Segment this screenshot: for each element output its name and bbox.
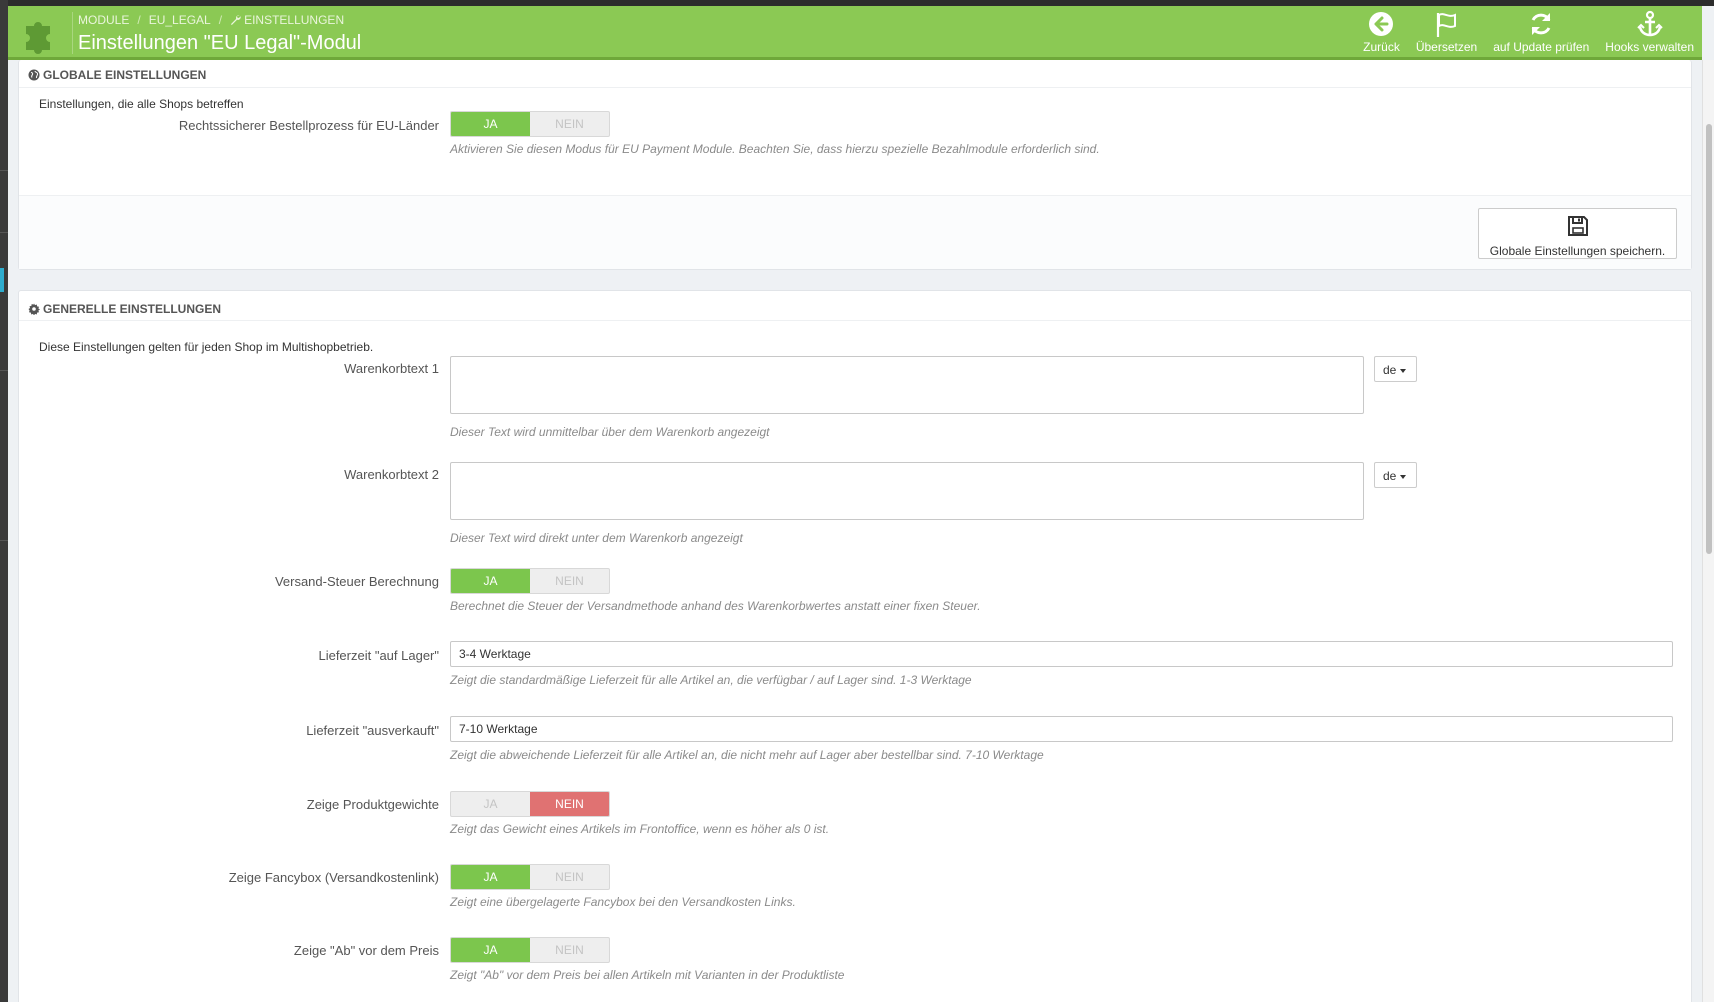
- delivery-sold-out-help: Zeigt die abweichende Lieferzeit für all…: [450, 748, 1044, 762]
- gear-icon: [28, 303, 40, 315]
- page-title: Einstellungen "EU Legal"-Modul: [78, 32, 362, 54]
- caret-down-icon: [1400, 474, 1407, 479]
- breadcrumb-settings: EINSTELLUNGEN: [244, 13, 345, 27]
- general-settings-panel: GENERELLE EINSTELLUNGEN Diese Einstellun…: [18, 290, 1692, 1002]
- cart-text-2-input[interactable]: [450, 462, 1364, 520]
- eu-checkout-switch[interactable]: JA NEIN: [450, 111, 610, 137]
- globe-icon: [28, 69, 40, 81]
- manage-hooks-button[interactable]: Hooks verwalten: [1597, 10, 1702, 58]
- show-from-label: Zeige "Ab" vor dem Preis: [293, 943, 439, 958]
- delivery-in-stock-input[interactable]: 3-4 Werktage: [450, 641, 1673, 667]
- cart-text-1-label: Warenkorbtext 1: [344, 361, 439, 376]
- delivery-sold-out-input[interactable]: 7-10 Werktage: [450, 716, 1673, 742]
- show-from-yes[interactable]: JA: [451, 938, 530, 962]
- cart-text-1-help: Dieser Text wird unmittelbar über dem Wa…: [450, 425, 770, 439]
- admin-sidebar-edge: [0, 0, 8, 1002]
- show-fancybox-label: Zeige Fancybox (Versandkostenlink): [228, 870, 439, 885]
- cart-text-2-language-value: de: [1383, 469, 1397, 483]
- global-settings-panel: GLOBALE EINSTELLUNGEN Einstellungen, die…: [18, 60, 1692, 270]
- eu-checkout-help: Aktivieren Sie diesen Modus für EU Payme…: [450, 142, 1100, 156]
- floppy-disk-icon: [1567, 216, 1588, 236]
- page-header: MODULE / EU_LEGAL / EINSTELLUNGEN Einstellun…: [8, 6, 1702, 60]
- general-settings-heading: GENERELLE EINSTELLUNGEN: [19, 291, 1691, 321]
- cart-text-2-language-select[interactable]: de: [1374, 462, 1417, 488]
- page-scrollbar[interactable]: [1702, 60, 1714, 1002]
- show-fancybox-help: Zeigt eine übergelagerte Fancybox bei de…: [450, 895, 796, 909]
- show-fancybox-yes[interactable]: JA: [451, 865, 530, 889]
- show-weight-label: Zeige Produktgewichte: [306, 797, 439, 812]
- sidebar-divider: [0, 170, 8, 171]
- back-label: Zurück: [1363, 40, 1400, 54]
- flag-icon: [1436, 13, 1456, 37]
- caret-down-icon: [1400, 368, 1407, 373]
- global-settings-heading: GLOBALE EINSTELLUNGEN: [19, 60, 1691, 88]
- manage-hooks-label: Hooks verwalten: [1605, 40, 1694, 54]
- cart-text-1-input[interactable]: [450, 356, 1364, 414]
- show-weight-yes[interactable]: JA: [451, 792, 530, 816]
- scrollbar-thumb[interactable]: [1706, 124, 1712, 554]
- shipping-tax-label: Versand-Steuer Berechnung: [274, 574, 439, 589]
- shipping-tax-yes[interactable]: JA: [451, 569, 530, 593]
- sidebar-divider: [0, 370, 8, 371]
- general-intro-text: Diese Einstellungen gelten für jeden Sho…: [39, 340, 374, 354]
- arrow-left-circle-icon: [1369, 12, 1394, 36]
- wrench-icon: [230, 15, 241, 25]
- breadcrumb-module[interactable]: MODULE: [78, 13, 129, 27]
- general-settings-heading-text: GENERELLE EINSTELLUNGEN: [43, 302, 222, 316]
- check-update-label: auf Update prüfen: [1493, 40, 1590, 54]
- shipping-tax-help: Berechnet die Steuer der Versandmethode …: [450, 599, 981, 613]
- show-weight-switch[interactable]: JA NEIN: [450, 791, 610, 817]
- eu-checkout-no[interactable]: NEIN: [530, 112, 609, 136]
- eu-checkout-label: Rechtssicherer Bestellprozess für EU-Län…: [178, 118, 439, 133]
- header-toolbar: Zurück Übersetzen auf Update prüfen Hook…: [1355, 10, 1702, 58]
- refresh-icon: [1531, 13, 1551, 35]
- back-button[interactable]: Zurück: [1355, 10, 1408, 58]
- header-divider: [72, 12, 73, 54]
- sidebar-divider: [0, 540, 8, 541]
- global-settings-footer: Globale Einstellungen speichern.: [19, 195, 1691, 269]
- sidebar-active-marker: [0, 268, 4, 292]
- sidebar-divider: [0, 232, 8, 233]
- show-fancybox-switch[interactable]: JA NEIN: [450, 864, 610, 890]
- global-settings-heading-text: GLOBALE EINSTELLUNGEN: [43, 68, 207, 82]
- show-from-help: Zeigt "Ab" vor dem Preis bei allen Artik…: [450, 968, 845, 982]
- show-fancybox-no[interactable]: NEIN: [530, 865, 609, 889]
- translate-label: Übersetzen: [1415, 40, 1478, 54]
- delivery-in-stock-label: Lieferzeit "auf Lager": [318, 648, 439, 663]
- cart-text-2-label: Warenkorbtext 2: [344, 467, 439, 482]
- breadcrumb-eu-legal[interactable]: EU_LEGAL: [149, 13, 211, 27]
- show-from-no[interactable]: NEIN: [530, 938, 609, 962]
- save-global-settings-button[interactable]: Globale Einstellungen speichern.: [1478, 208, 1677, 259]
- cart-text-1-language-value: de: [1383, 363, 1397, 377]
- puzzle-icon: [26, 22, 50, 54]
- breadcrumb: MODULE / EU_LEGAL / EINSTELLUNGEN: [78, 13, 345, 27]
- global-intro-text: Einstellungen, die alle Shops betreffen: [39, 97, 244, 111]
- show-from-switch[interactable]: JA NEIN: [450, 937, 610, 963]
- check-update-button[interactable]: auf Update prüfen: [1485, 10, 1597, 58]
- translate-button[interactable]: Übersetzen: [1408, 10, 1485, 58]
- cart-text-2-help: Dieser Text wird direkt unter dem Warenk…: [450, 531, 743, 545]
- shipping-tax-switch[interactable]: JA NEIN: [450, 568, 610, 594]
- shipping-tax-no[interactable]: NEIN: [530, 569, 609, 593]
- delivery-sold-out-label: Lieferzeit "ausverkauft": [306, 723, 439, 738]
- save-global-settings-label: Globale Einstellungen speichern.: [1489, 244, 1666, 258]
- show-weight-no[interactable]: NEIN: [530, 792, 609, 816]
- eu-checkout-yes[interactable]: JA: [451, 112, 530, 136]
- anchor-icon: [1636, 10, 1663, 37]
- delivery-in-stock-help: Zeigt die standardmäßige Lieferzeit für …: [450, 673, 972, 687]
- show-weight-help: Zeigt das Gewicht eines Artikels im Fron…: [450, 822, 830, 836]
- cart-text-1-language-select[interactable]: de: [1374, 356, 1417, 382]
